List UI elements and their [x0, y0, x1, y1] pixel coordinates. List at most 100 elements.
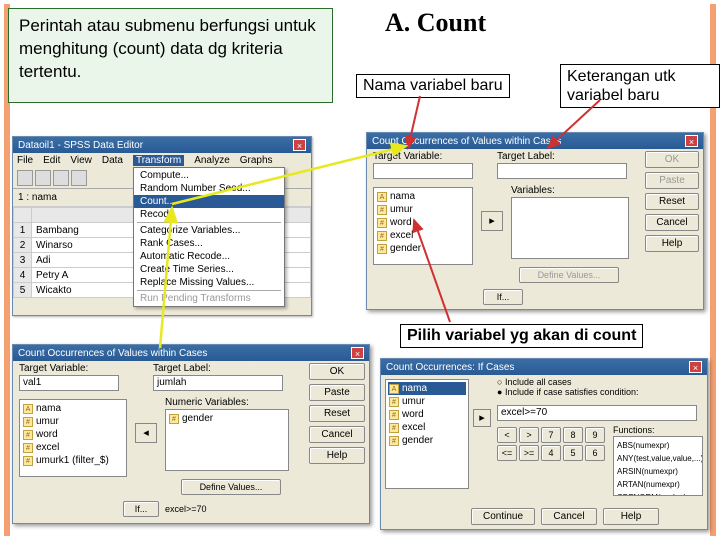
move-right-button[interactable]: ▸: [473, 409, 491, 427]
menu-timeseries[interactable]: Create Time Series...: [134, 263, 284, 276]
var-icon: #: [389, 397, 399, 407]
radio-all-cases[interactable]: ○ Include all cases: [497, 377, 639, 387]
close-icon[interactable]: ×: [685, 135, 698, 147]
var-item[interactable]: word: [402, 408, 424, 421]
source-vars-list[interactable]: Anama #umur #word #excel #umurk1 (filter…: [19, 399, 127, 477]
help-button[interactable]: Help: [603, 508, 659, 525]
target-var-input[interactable]: val1: [19, 375, 119, 391]
kp-gt[interactable]: >: [519, 427, 539, 443]
condition-input[interactable]: excel>=70: [497, 405, 697, 421]
var-icon: #: [377, 205, 387, 215]
define-values-button[interactable]: Define Values...: [519, 267, 619, 283]
tb-save-icon[interactable]: [35, 170, 51, 186]
help-button[interactable]: Help: [309, 447, 365, 464]
kp-le[interactable]: <=: [497, 445, 517, 461]
var-item[interactable]: gender: [402, 434, 433, 447]
var-item[interactable]: word: [36, 428, 58, 441]
continue-button[interactable]: Continue: [471, 508, 535, 525]
source-vars-list[interactable]: Anama #umur #word #excel #gender: [373, 187, 473, 265]
move-left-button[interactable]: ◂: [135, 423, 157, 443]
tb-print-icon[interactable]: [53, 170, 69, 186]
var-icon: #: [23, 430, 33, 440]
paste-button[interactable]: Paste: [309, 384, 365, 401]
radio-if-condition[interactable]: ● Include if case satisfies condition:: [497, 387, 639, 397]
menu-replace-missing[interactable]: Replace Missing Values...: [134, 276, 284, 289]
cancel-button[interactable]: Cancel: [541, 508, 597, 525]
var-item[interactable]: nama: [390, 190, 415, 203]
target-label-input[interactable]: jumlah: [153, 375, 283, 391]
help-button[interactable]: Help: [645, 235, 699, 252]
menu-compute[interactable]: Compute...: [134, 169, 284, 182]
menu-transform[interactable]: Transform: [133, 155, 184, 166]
editor-menubar: File Edit View Data Transform Analyze Gr…: [13, 153, 311, 168]
var-item[interactable]: umur: [36, 415, 59, 428]
var-item[interactable]: nama: [36, 402, 61, 415]
menu-count[interactable]: Count...: [134, 195, 284, 208]
var-item[interactable]: excel: [402, 421, 425, 434]
functions-list[interactable]: ABS(numexpr) ANY(test,value,value,...) A…: [613, 436, 703, 496]
func-item[interactable]: ARTAN(numexpr): [616, 478, 700, 491]
lbl-numvar: Numeric Variables:: [165, 397, 289, 408]
lbl-target-label: Target Label:: [153, 363, 283, 374]
spss-editor-window: Dataoil1 - SPSS Data Editor × File Edit …: [12, 136, 312, 316]
kp-4[interactable]: 4: [541, 445, 561, 461]
menu-random-seed[interactable]: Random Number Seed...: [134, 182, 284, 195]
close-icon[interactable]: ×: [293, 139, 306, 151]
kp-7[interactable]: 7: [541, 427, 561, 443]
numeric-vars-list[interactable]: #gender: [165, 409, 289, 471]
kp-9[interactable]: 9: [585, 427, 605, 443]
tb-find-icon[interactable]: [71, 170, 87, 186]
kp-ge[interactable]: >=: [519, 445, 539, 461]
menu-view[interactable]: View: [70, 155, 92, 166]
var-item[interactable]: umurk1 (filter_$): [36, 454, 109, 467]
var-item[interactable]: gender: [182, 412, 213, 425]
if-button[interactable]: If...: [483, 289, 523, 305]
var-item[interactable]: excel: [36, 441, 59, 454]
kp-6[interactable]: 6: [585, 445, 605, 461]
var-item[interactable]: word: [390, 216, 412, 229]
if-button[interactable]: If...: [123, 501, 159, 517]
menu-graphs[interactable]: Graphs: [240, 155, 273, 166]
menu-edit[interactable]: Edit: [43, 155, 60, 166]
var-icon: #: [169, 414, 179, 424]
menu-analyze[interactable]: Analyze: [194, 155, 230, 166]
vars-list[interactable]: Anama #umur #word #excel #gender: [385, 379, 469, 489]
reset-button[interactable]: Reset: [309, 405, 365, 422]
menu-categorize[interactable]: Categorize Variables...: [134, 224, 284, 237]
var-item[interactable]: nama: [402, 382, 427, 395]
close-icon[interactable]: ×: [689, 361, 702, 373]
menu-rank[interactable]: Rank Cases...: [134, 237, 284, 250]
close-icon[interactable]: ×: [351, 347, 364, 359]
numeric-vars-list[interactable]: [511, 197, 629, 259]
var-item[interactable]: excel: [390, 229, 413, 242]
menu-recode[interactable]: Recode: [134, 208, 284, 221]
kp-lt[interactable]: <: [497, 427, 517, 443]
ok-button[interactable]: OK: [645, 151, 699, 168]
var-icon: #: [377, 218, 387, 228]
target-var-input[interactable]: [373, 163, 473, 179]
menu-autorecode[interactable]: Automatic Recode...: [134, 250, 284, 263]
cancel-button[interactable]: Cancel: [309, 426, 365, 443]
func-item[interactable]: CDFNORM(zvalue): [616, 491, 700, 496]
paste-button[interactable]: Paste: [645, 172, 699, 189]
var-item[interactable]: umur: [402, 395, 425, 408]
func-item[interactable]: ABS(numexpr): [616, 439, 700, 452]
kp-8[interactable]: 8: [563, 427, 583, 443]
reset-button[interactable]: Reset: [645, 193, 699, 210]
func-item[interactable]: ANY(test,value,value,...): [616, 452, 700, 465]
editor-title: Dataoil1 - SPSS Data Editor: [18, 140, 143, 151]
func-item[interactable]: ARSIN(numexpr): [616, 465, 700, 478]
editor-titlebar: Dataoil1 - SPSS Data Editor ×: [13, 137, 311, 153]
kp-5[interactable]: 5: [563, 445, 583, 461]
menu-file[interactable]: File: [17, 155, 33, 166]
var-item[interactable]: umur: [390, 203, 413, 216]
target-label-input[interactable]: [497, 163, 627, 179]
var-item[interactable]: gender: [390, 242, 421, 255]
cancel-button[interactable]: Cancel: [645, 214, 699, 231]
ok-button[interactable]: OK: [309, 363, 365, 380]
menu-data[interactable]: Data: [102, 155, 123, 166]
define-values-button[interactable]: Define Values...: [181, 479, 281, 495]
move-right-button[interactable]: ▸: [481, 211, 503, 231]
lbl-functions: Functions:: [613, 425, 703, 435]
tb-open-icon[interactable]: [17, 170, 33, 186]
